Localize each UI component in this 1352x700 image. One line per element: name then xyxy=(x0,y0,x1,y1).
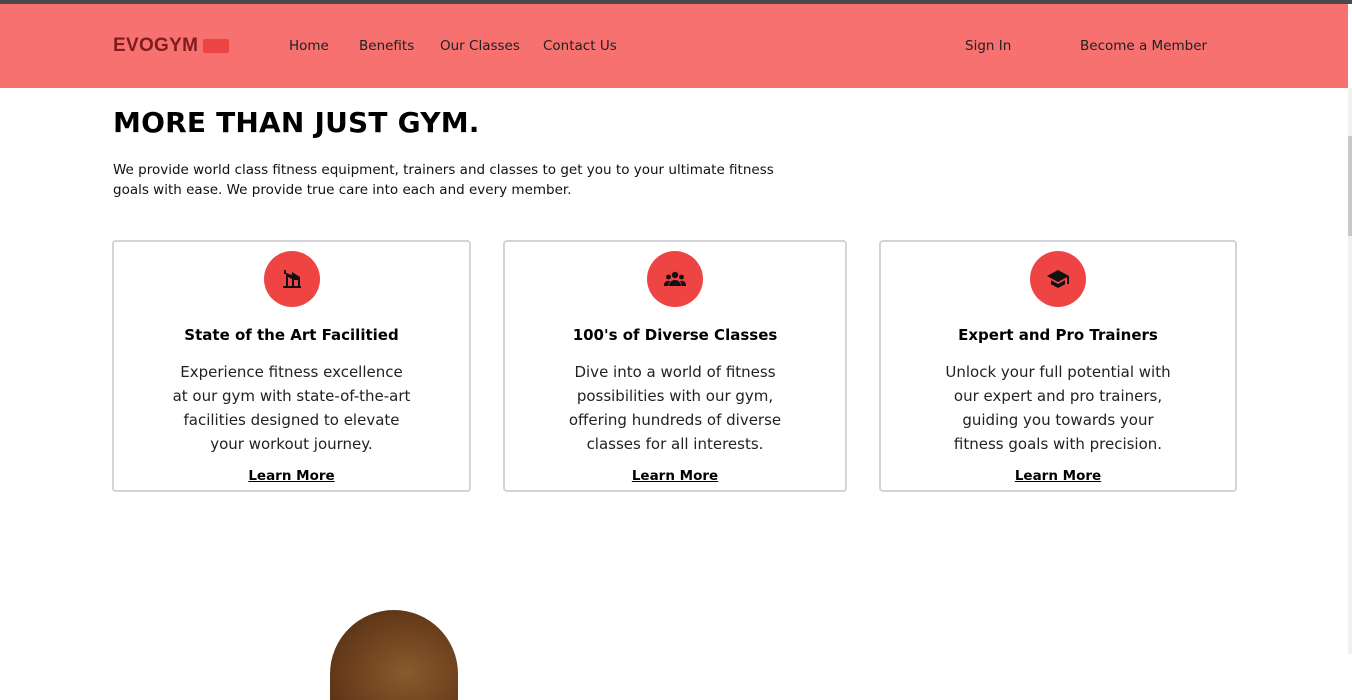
benefit-title: 100's of Diverse Classes xyxy=(572,326,778,344)
benefit-card-classes: 100's of Diverse Classes Dive into a wor… xyxy=(503,240,847,492)
logo-accent xyxy=(203,39,229,53)
nav-home[interactable]: Home xyxy=(289,38,329,54)
nav-benefits[interactable]: Benefits xyxy=(359,38,414,54)
learn-more-link[interactable]: Learn More xyxy=(881,468,1235,484)
benefit-title: State of the Art Facilitied xyxy=(184,326,399,344)
academic-cap-icon xyxy=(1047,270,1069,288)
benefit-card-facilities: State of the Art Facilitied Experience f… xyxy=(112,240,471,492)
page-title: MORE THAN JUST GYM. xyxy=(113,106,480,139)
benefit-description: Dive into a world of fitness possibiliti… xyxy=(568,363,782,453)
benefit-card-trainers: Expert and Pro Trainers Unlock your full… xyxy=(879,240,1237,492)
benefit-title: Expert and Pro Trainers xyxy=(958,326,1158,344)
benefit-description: Unlock your full potential with our expe… xyxy=(945,363,1171,453)
benefit-description: Experience fitness excellence at our gym… xyxy=(172,363,411,453)
trainer-photo xyxy=(330,610,458,700)
logo[interactable]: EVOGYM xyxy=(113,35,198,57)
intro-text: We provide world class fitness equipment… xyxy=(113,162,774,198)
home-modern-icon xyxy=(283,270,301,288)
nav-our-classes[interactable]: Our Classes xyxy=(440,38,520,54)
nav-contact-us[interactable]: Contact Us xyxy=(543,38,617,54)
page-scrollbar-thumb[interactable] xyxy=(1348,136,1352,236)
facilities-icon-badge xyxy=(264,251,320,307)
become-member-button[interactable]: Become a Member xyxy=(1080,38,1207,54)
classes-icon-badge xyxy=(647,251,703,307)
navbar: EVOGYM Home Benefits Our Classes Contact… xyxy=(0,4,1348,88)
learn-more-link[interactable]: Learn More xyxy=(114,468,469,484)
trainers-icon-badge xyxy=(1030,251,1086,307)
learn-more-link[interactable]: Learn More xyxy=(505,468,845,484)
user-group-icon xyxy=(664,271,686,286)
sign-in-link[interactable]: Sign In xyxy=(965,38,1011,54)
